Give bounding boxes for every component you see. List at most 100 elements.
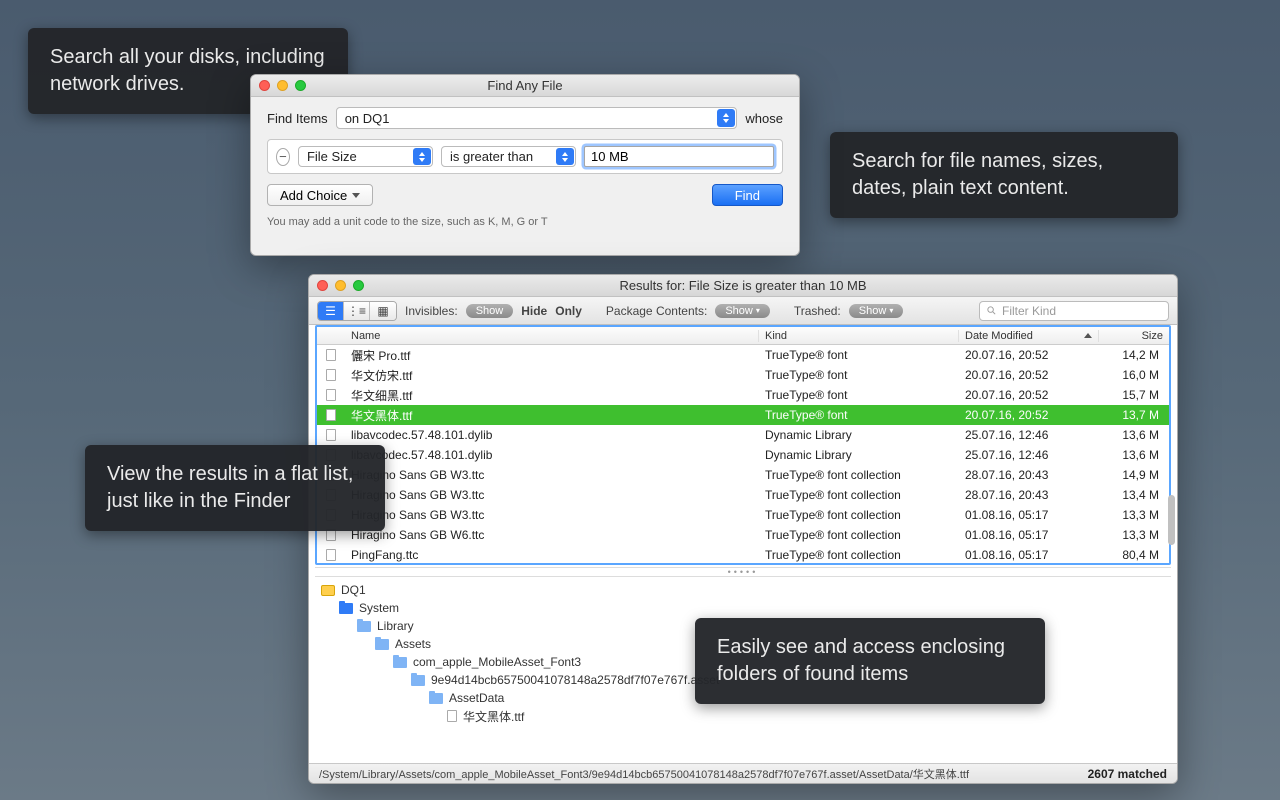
cell-date: 01.08.16, 05:17 [959,528,1099,542]
col-size[interactable]: Size [1099,330,1169,342]
trashed-show-pill[interactable]: Show ▾ [849,304,904,318]
cell-date: 28.07.16, 20:43 [959,468,1099,482]
tree-label: DQ1 [341,583,366,597]
search-icon [986,305,997,316]
sort-asc-icon [1084,333,1092,338]
cell-name: 华文仿宋.ttf [345,367,759,384]
cell-kind: TrueType® font collection [759,528,959,542]
tree-label: 华文黑体.ttf [463,708,524,725]
folder-icon [375,639,389,650]
cell-name: 华文黑体.ttf [345,407,759,424]
minimize-icon[interactable] [277,80,288,91]
cell-size: 13,4 M [1099,488,1169,502]
status-path: /System/Library/Assets/com_apple_MobileA… [319,766,969,782]
scroll-thumb[interactable] [1168,495,1175,545]
value-input[interactable] [584,146,774,167]
chevron-down-icon [352,193,360,198]
find-button[interactable]: Find [712,184,783,206]
cell-kind: TrueType® font [759,368,959,382]
cell-size: 13,6 M [1099,448,1169,462]
disk-icon [321,585,335,596]
cell-size: 13,3 M [1099,508,1169,522]
callout-enclosing: Easily see and access enclosing folders … [695,618,1045,704]
view-tree-icon[interactable]: ⋮≡ [344,302,370,320]
close-icon[interactable] [317,280,328,291]
zoom-icon[interactable] [353,280,364,291]
cell-name: Hiragino Sans GB W3.ttc [345,488,759,502]
cell-date: 25.07.16, 12:46 [959,428,1099,442]
table-row[interactable]: Hiragino Sans GB W6.ttcTrueType® font co… [317,525,1169,545]
invisibles-show-pill[interactable]: Show [466,304,514,318]
remove-criterion-button[interactable]: − [276,148,290,166]
filter-kind-input[interactable]: Filter Kind [979,301,1169,321]
add-choice-button[interactable]: Add Choice [267,184,373,206]
minimize-icon[interactable] [335,280,346,291]
cell-kind: TrueType® font [759,348,959,362]
col-date[interactable]: Date Modified [959,330,1099,342]
table-row[interactable]: 华文黑体.ttfTrueType® font20.07.16, 20:5213,… [317,405,1169,425]
cell-size: 13,6 M [1099,428,1169,442]
tree-row[interactable]: 华文黑体.ttf [321,707,1165,725]
attribute-select[interactable]: File Size [298,146,433,167]
cell-date: 01.08.16, 05:17 [959,548,1099,562]
callout-flat-list: View the results in a flat list, just li… [85,445,385,531]
zoom-icon[interactable] [295,80,306,91]
table-row[interactable]: Hiragino Sans GB W3.ttcTrueType® font co… [317,485,1169,505]
add-choice-label: Add Choice [280,188,347,203]
file-icon [317,429,345,441]
cell-name: libavcodec.57.48.101.dylib [345,428,759,442]
matched-count: 2607 matched [1088,767,1167,781]
package-show-pill[interactable]: Show ▾ [715,304,770,318]
table-row[interactable]: Hiragino Sans GB W3.ttcTrueType® font co… [317,505,1169,525]
hint-text: You may add a unit code to the size, suc… [267,216,783,228]
table-row[interactable]: libavcodec.57.48.101.dylibDynamic Librar… [317,425,1169,445]
view-mode-segment[interactable]: ☰ ⋮≡ ▦ [317,301,397,321]
tree-label: Assets [395,637,431,651]
table-header[interactable]: Name Kind Date Modified Size [317,327,1169,345]
results-table: Name Kind Date Modified Size 儷宋 Pro.ttfT… [315,325,1171,565]
view-list-icon[interactable]: ☰ [318,302,344,320]
invisibles-only[interactable]: Only [555,304,582,318]
invisibles-hide[interactable]: Hide [521,304,547,318]
col-name[interactable]: Name [345,330,759,342]
filter-placeholder: Filter Kind [1002,304,1056,318]
cell-size: 14,2 M [1099,348,1169,362]
scope-value: on DQ1 [345,111,390,126]
titlebar[interactable]: Find Any File [251,75,799,97]
col-kind[interactable]: Kind [759,330,959,342]
view-grid-icon[interactable]: ▦ [370,302,396,320]
tree-row[interactable]: System [321,599,1165,617]
table-row[interactable]: 华文仿宋.ttfTrueType® font20.07.16, 20:5216,… [317,365,1169,385]
folder-icon [393,657,407,668]
callout-criteria: Search for file names, sizes, dates, pla… [830,132,1178,218]
table-row[interactable]: 儷宋 Pro.ttfTrueType® font20.07.16, 20:521… [317,345,1169,365]
window-title: Find Any File [251,78,799,93]
cell-kind: TrueType® font collection [759,468,959,482]
split-handle[interactable]: ••••• [315,567,1171,577]
table-body[interactable]: 儷宋 Pro.ttfTrueType® font20.07.16, 20:521… [317,345,1169,563]
table-row[interactable]: PingFang.ttcTrueType® font collection01.… [317,545,1169,563]
tree-row[interactable]: DQ1 [321,581,1165,599]
scope-select[interactable]: on DQ1 [336,107,738,129]
cell-size: 13,3 M [1099,528,1169,542]
file-icon [317,409,345,421]
cell-name: Hiragino Sans GB W3.ttc [345,508,759,522]
file-icon [317,389,345,401]
table-row[interactable]: libavcodec.57.48.101.dylibDynamic Librar… [317,445,1169,465]
cell-kind: TrueType® font collection [759,508,959,522]
titlebar[interactable]: Results for: File Size is greater than 1… [309,275,1177,297]
close-icon[interactable] [259,80,270,91]
cell-date: 01.08.16, 05:17 [959,508,1099,522]
cell-kind: TrueType® font collection [759,548,959,562]
operator-select[interactable]: is greater than [441,146,576,167]
find-items-label: Find Items [267,111,328,126]
table-row[interactable]: 华文细黑.ttfTrueType® font20.07.16, 20:5215,… [317,385,1169,405]
table-row[interactable]: Hiragino Sans GB W3.ttcTrueType® font co… [317,465,1169,485]
whose-label: whose [745,111,783,126]
cell-name: Hiragino Sans GB W6.ttc [345,528,759,542]
invisibles-label: Invisibles: [405,304,458,318]
scrollbar[interactable] [1166,335,1175,583]
results-window: Results for: File Size is greater than 1… [308,274,1178,784]
search-window: Find Any File Find Items on DQ1 whose − … [250,74,800,256]
cell-name: 儷宋 Pro.ttf [345,347,759,364]
